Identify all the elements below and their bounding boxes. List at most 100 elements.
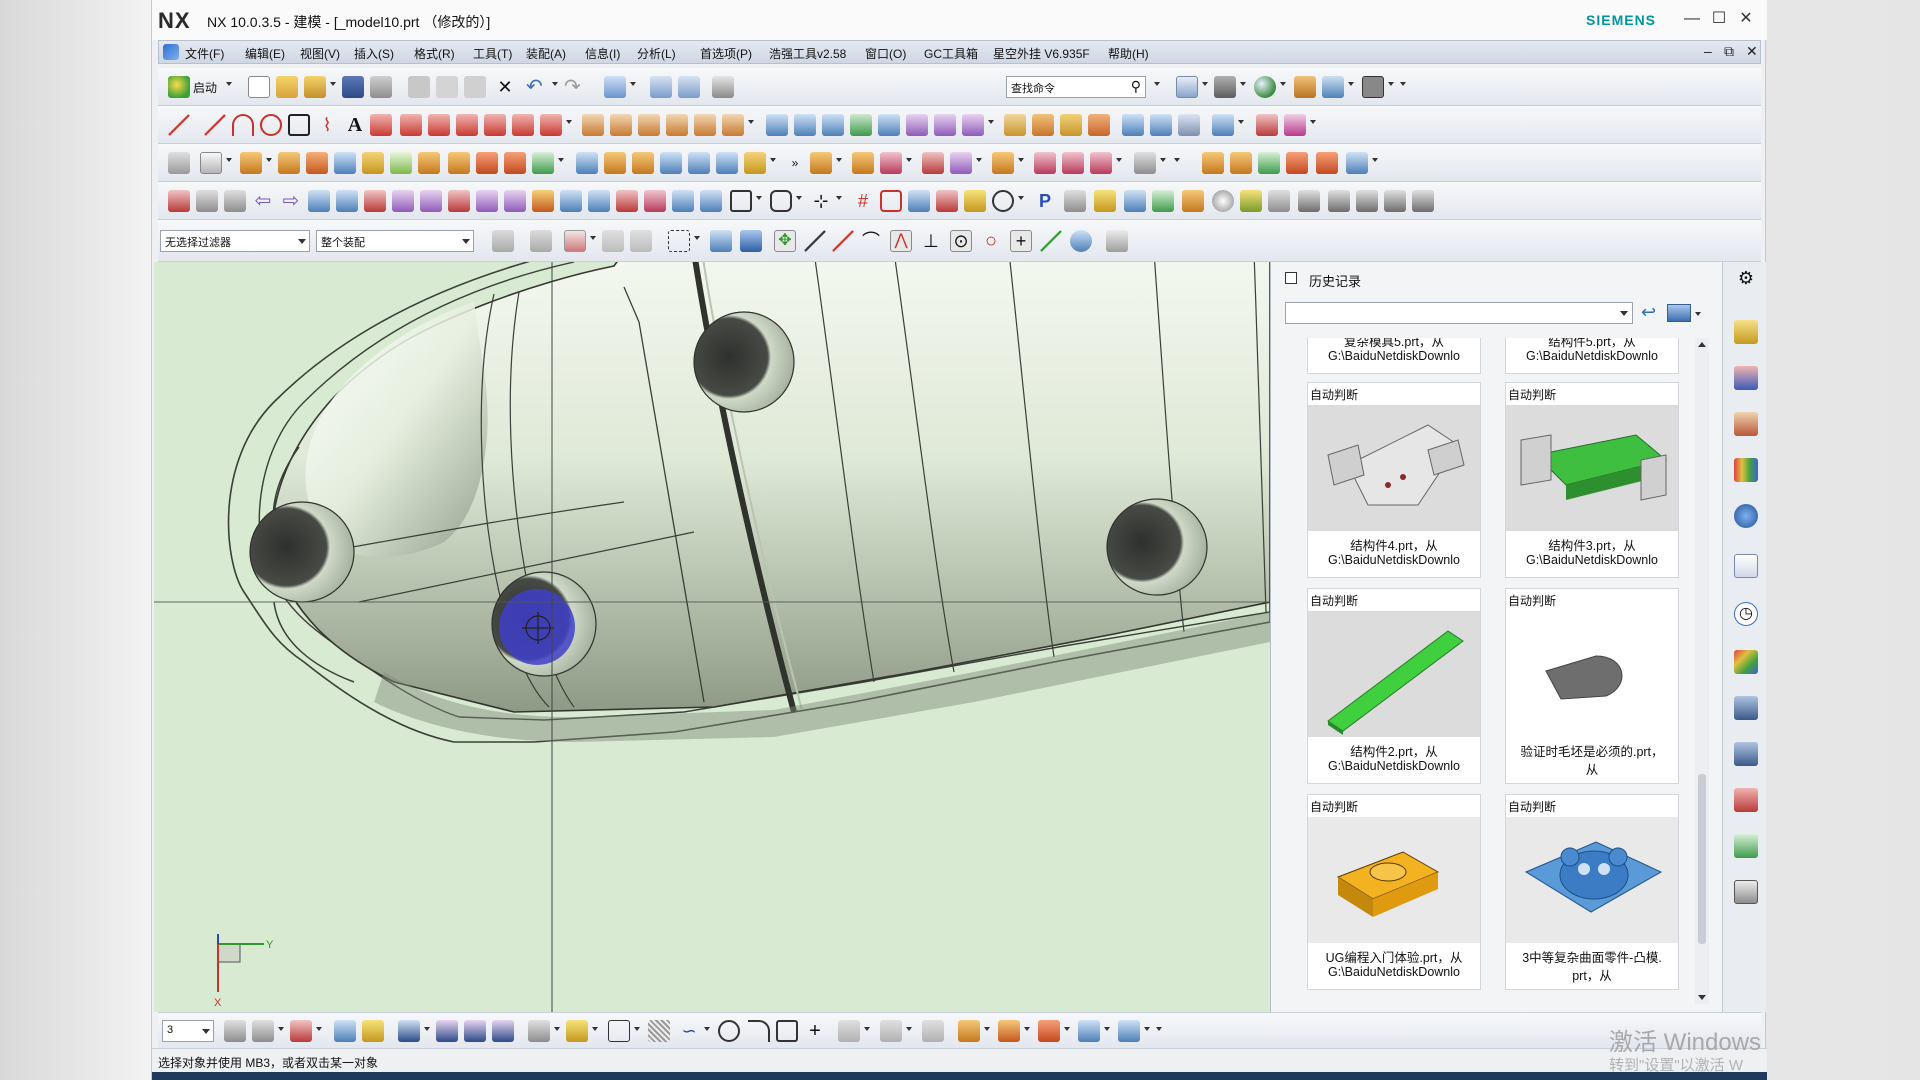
gear-icon[interactable]: ⚙ [1734, 266, 1758, 290]
arc-icon[interactable] [232, 114, 254, 136]
snap-off-icon[interactable] [602, 230, 624, 252]
surface-analysis-icon[interactable] [1284, 114, 1306, 136]
extrude-bottom-dropdown-arrow[interactable] [984, 1027, 990, 1031]
model-view[interactable]: Y X [154, 262, 1270, 1012]
scroll-up-icon[interactable] [1698, 342, 1706, 347]
tree-icon[interactable] [1298, 190, 1320, 212]
bolt-icon[interactable] [700, 190, 722, 212]
wcs-icon[interactable] [290, 1020, 312, 1042]
process-studio-icon[interactable] [1734, 696, 1758, 720]
history-item[interactable]: 复杂模具5.prt，从 G:\BaiduNetdiskDownlo [1307, 338, 1481, 374]
export-icon[interactable] [1240, 190, 1262, 212]
swept-icon[interactable] [878, 114, 900, 136]
arrow-right-icon[interactable]: ⇨ [280, 190, 302, 212]
menu-help[interactable]: 帮助(H) [1108, 45, 1149, 62]
scroll-down-icon[interactable] [1698, 995, 1706, 1000]
subtract-icon[interactable] [362, 152, 384, 174]
view-mode-dropdown-arrow[interactable] [1695, 312, 1701, 316]
project-curve-icon[interactable] [400, 114, 422, 136]
render-style-icon[interactable] [1254, 76, 1276, 98]
part-navigator-icon[interactable] [1734, 412, 1758, 436]
menu-assembly[interactable]: 装配(A) [526, 45, 566, 62]
hide-icon[interactable] [398, 1020, 420, 1042]
edge-blend-icon[interactable] [418, 152, 440, 174]
surface-dropdown-arrow[interactable] [988, 120, 994, 124]
pin-icon[interactable] [672, 190, 694, 212]
fit-view-icon[interactable] [1176, 76, 1198, 98]
history-item[interactable]: 自动判断 UG编程入门体验.prt，从 G:\BaiduNetdiskDownl… [1307, 794, 1481, 990]
point-on-curve-icon[interactable] [1040, 230, 1062, 252]
scrollbar-thumb[interactable] [1698, 774, 1706, 944]
show-all-icon[interactable] [464, 1020, 486, 1042]
add-component-icon[interactable] [852, 152, 874, 174]
circle-tool-icon[interactable] [992, 190, 1014, 212]
open-folder-icon[interactable] [276, 76, 298, 98]
cylinder-dropdown-arrow[interactable] [1104, 1027, 1110, 1031]
enlarge-icon[interactable] [1178, 114, 1200, 136]
offset-curve-icon[interactable] [370, 114, 392, 136]
training-icon[interactable] [1734, 880, 1758, 904]
quadrant-snap-icon[interactable]: ○ [980, 230, 1002, 252]
intersect-curve-icon[interactable] [484, 114, 506, 136]
block-dropdown-arrow[interactable] [1064, 1027, 1070, 1031]
edit-curve-icon[interactable] [722, 114, 744, 136]
isoparametric-icon[interactable] [1212, 114, 1234, 136]
extrude-dropdown-arrow[interactable] [266, 158, 272, 162]
line-icon[interactable] [168, 114, 190, 136]
menu-edit[interactable]: 编辑(E) [245, 45, 285, 62]
menu-file[interactable]: 文件(F) [185, 45, 224, 62]
section-curve-icon[interactable] [512, 114, 534, 136]
explode-dropdown-arrow[interactable] [1018, 158, 1024, 162]
layout-dropdown-arrow[interactable] [630, 82, 636, 86]
measure-length-icon[interactable] [566, 1020, 588, 1042]
layer-move-icon[interactable] [252, 1020, 274, 1042]
arc-center-snap-icon[interactable]: ⊙ [950, 230, 972, 252]
point-sketch-icon[interactable]: + [804, 1020, 826, 1042]
circle-icon[interactable] [260, 114, 282, 136]
delete-face-icon[interactable] [716, 152, 738, 174]
intersection-snap-icon[interactable]: ⋀ [890, 230, 912, 252]
bounded-grid-icon[interactable] [1106, 230, 1128, 252]
grid-point-icon[interactable]: # [852, 190, 874, 212]
divide-curve-icon[interactable] [610, 114, 632, 136]
snap-enable-icon[interactable]: ✥ [774, 230, 796, 252]
menu-info[interactable]: 信息(I) [585, 45, 620, 62]
layer-settings-icon[interactable] [224, 1020, 246, 1042]
datum-dropdown-arrow[interactable] [226, 158, 232, 162]
more-features-icon[interactable]: » [784, 152, 806, 174]
layer-settings-icon[interactable] [224, 190, 246, 212]
wcs-dropdown-arrow[interactable] [316, 1027, 322, 1031]
erase-region-icon[interactable] [936, 190, 958, 212]
paste-icon[interactable] [464, 76, 486, 98]
open-recent-icon[interactable] [304, 76, 326, 98]
arrow-left-icon[interactable]: ⇦ [252, 190, 274, 212]
doc-restore-button[interactable]: ⧉ [1724, 43, 1734, 60]
replace-face-icon[interactable] [744, 152, 766, 174]
bounded-plane-icon[interactable] [1004, 114, 1026, 136]
rect-sketch-icon[interactable] [776, 1020, 798, 1042]
note-icon[interactable] [922, 1020, 944, 1042]
component-dropdown-arrow[interactable] [906, 158, 912, 162]
curve-length-icon[interactable] [638, 114, 660, 136]
point-constructor-icon[interactable] [528, 1020, 550, 1042]
maximize-button[interactable]: ☐ [1708, 8, 1730, 30]
show-hide-icon[interactable] [362, 1020, 384, 1042]
gear-tools-icon[interactable] [1134, 152, 1156, 174]
undo-icon[interactable]: ↶ [526, 76, 548, 98]
info-window-icon[interactable] [1734, 504, 1758, 528]
app-menu-icon[interactable] [163, 44, 179, 60]
ruled-surface-icon[interactable] [766, 114, 788, 136]
trim-body-icon[interactable] [576, 152, 598, 174]
stack-icon[interactable] [1152, 190, 1174, 212]
thicken-icon[interactable] [1060, 114, 1082, 136]
hexagon-icon[interactable] [770, 190, 792, 212]
history-item[interactable]: 自动判断 结构件4.prt，从 G:\BaiduNetdiskDownlo [1307, 382, 1481, 578]
snap-point-icon[interactable] [630, 230, 652, 252]
copy-transform-icon[interactable] [678, 76, 700, 98]
menu-tools[interactable]: 工具(T) [473, 45, 512, 62]
square-outline-icon[interactable] [730, 190, 752, 212]
rectangle-icon[interactable] [288, 114, 310, 136]
mirror-feature-icon[interactable] [504, 152, 526, 174]
styled-sweep-icon[interactable] [934, 114, 956, 136]
history-item[interactable]: 结构件5.prt，从 G:\BaiduNetdiskDownlo [1505, 338, 1679, 374]
